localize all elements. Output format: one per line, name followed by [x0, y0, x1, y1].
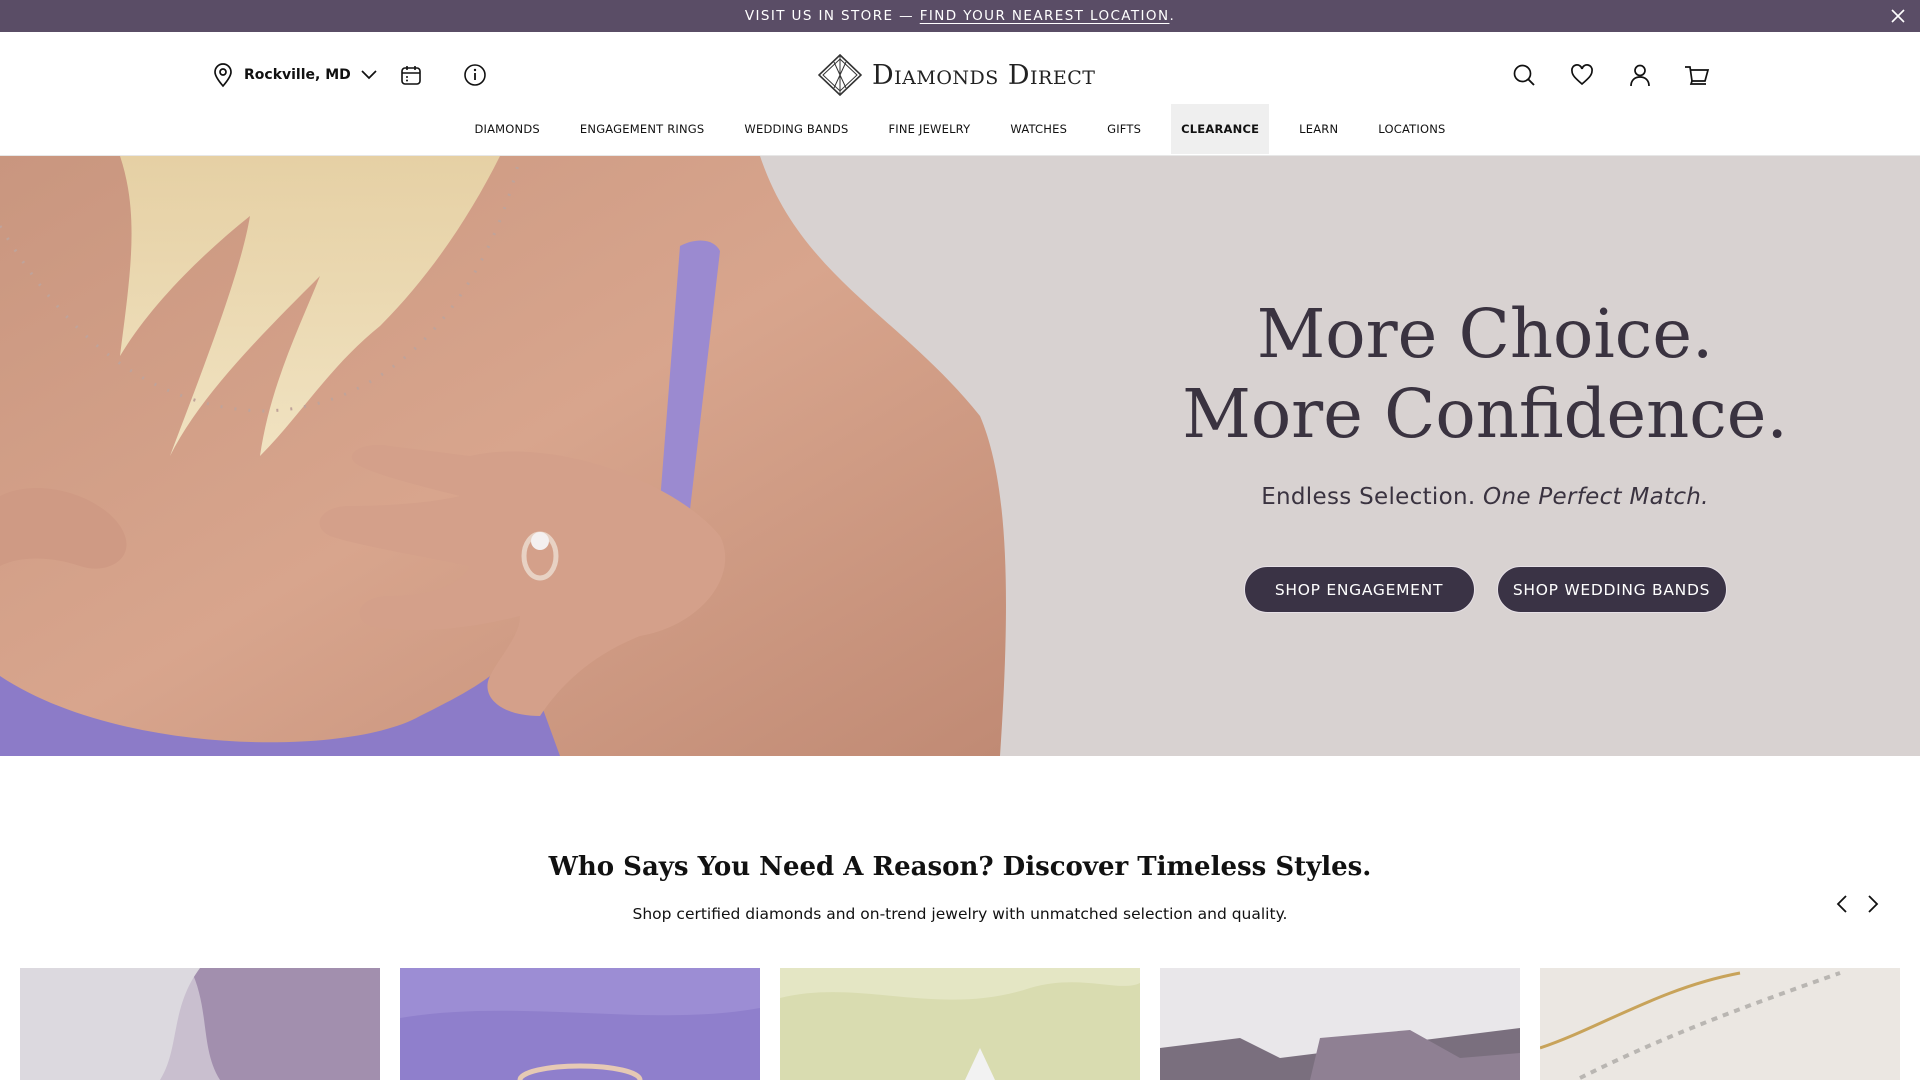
hero-text: More Choice. More Confidence. Endless Se…: [1160, 294, 1810, 613]
hero-subtitle: Endless Selection. One Perfect Match.: [1160, 484, 1810, 510]
main-nav: DIAMONDS ENGAGEMENT RINGS WEDDING BANDS …: [0, 104, 1920, 154]
carousel-card[interactable]: [400, 968, 760, 1080]
hero-banner: More Choice. More Confidence. Endless Se…: [0, 156, 1920, 756]
nav-learn[interactable]: LEARN: [1279, 104, 1358, 154]
account-icon[interactable]: [1626, 61, 1654, 89]
carousel-card[interactable]: [1540, 968, 1900, 1080]
shop-wedding-bands-button[interactable]: SHOP WEDDING BANDS: [1496, 566, 1727, 613]
product-carousel: [20, 968, 1900, 1080]
site-header: Rockville, MD Diamonds Direct DIAMONDS E…: [0, 32, 1920, 156]
chevron-down-icon: [361, 70, 377, 80]
carousel-card[interactable]: [780, 968, 1140, 1080]
brand-name: Diamonds Direct: [872, 59, 1096, 91]
announcement-suffix: .: [1169, 8, 1176, 24]
nav-wedding-bands[interactable]: WEDDING BANDS: [724, 104, 868, 154]
location-label: Rockville, MD: [244, 67, 351, 83]
shop-engagement-button[interactable]: SHOP ENGAGEMENT: [1243, 566, 1475, 613]
nav-locations[interactable]: LOCATIONS: [1358, 104, 1465, 154]
heart-icon[interactable]: [1568, 61, 1596, 89]
hero-subtitle-plain: Endless Selection.: [1261, 484, 1484, 510]
announcement-text: VISIT US IN STORE —: [744, 8, 915, 24]
carousel-card[interactable]: [20, 968, 380, 1080]
nav-gifts[interactable]: GIFTS: [1087, 104, 1161, 154]
location-selector[interactable]: Rockville, MD: [212, 62, 377, 88]
nav-fine-jewelry[interactable]: FINE JEWELRY: [868, 104, 990, 154]
calendar-icon[interactable]: [397, 61, 425, 89]
nav-engagement-rings[interactable]: ENGAGEMENT RINGS: [560, 104, 725, 154]
hero-buttons: SHOP ENGAGEMENT SHOP WEDDING BANDS: [1160, 566, 1810, 613]
hero-subtitle-italic: One Perfect Match.: [1483, 484, 1709, 510]
hero-image: [0, 156, 1010, 756]
diamond-logo-icon: [818, 54, 862, 96]
announcement-bar: VISIT US IN STORE — FIND YOUR NEAREST LO…: [0, 0, 1920, 32]
section-subtitle: Shop certified diamonds and on-trend jew…: [632, 905, 1288, 923]
map-pin-icon: [212, 62, 234, 88]
hero-title: More Choice. More Confidence.: [1182, 295, 1788, 453]
search-icon[interactable]: [1510, 61, 1538, 89]
info-icon[interactable]: [461, 61, 489, 89]
carousel-next-icon[interactable]: [1861, 892, 1885, 916]
section-title: Who Says You Need A Reason? Discover Tim…: [548, 852, 1372, 882]
cart-icon[interactable]: [1683, 61, 1711, 89]
nav-clearance[interactable]: CLEARANCE: [1171, 104, 1270, 154]
find-location-link[interactable]: FIND YOUR NEAREST LOCATION: [920, 8, 1170, 24]
carousel-prev-icon[interactable]: [1830, 892, 1854, 916]
carousel-card[interactable]: [1160, 968, 1520, 1080]
nav-diamonds[interactable]: DIAMONDS: [454, 104, 559, 154]
brand-logo[interactable]: Diamonds Direct: [818, 54, 1095, 96]
nav-watches[interactable]: WATCHES: [990, 104, 1087, 154]
close-icon[interactable]: [1890, 8, 1906, 24]
